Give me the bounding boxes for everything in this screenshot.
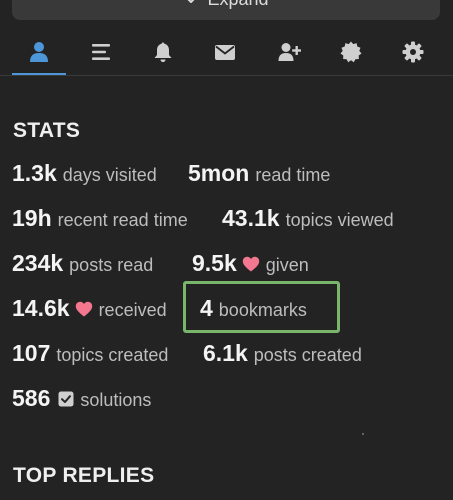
stat-label: received <box>98 300 167 320</box>
stat-label: recent read time <box>57 210 188 230</box>
nav-divider <box>0 75 453 76</box>
stats-title: STATS <box>13 119 81 142</box>
stat-value: 6.1k <box>203 340 248 366</box>
stat-label: solutions <box>80 390 152 410</box>
stray-dot <box>362 433 364 435</box>
stat-value: 1.3k <box>12 160 57 186</box>
expand-button[interactable]: Expand <box>12 0 440 20</box>
user-plus-icon <box>278 43 301 61</box>
stat-topics-viewed: 43.1k topics viewed <box>222 205 394 232</box>
stat-label: read time <box>255 165 331 185</box>
envelope-icon <box>215 45 235 60</box>
user-icon <box>30 42 48 62</box>
tab-messages[interactable] <box>198 36 252 76</box>
stat-label: posts created <box>253 345 362 365</box>
tab-invites[interactable] <box>262 36 316 76</box>
stat-label: given <box>265 255 309 275</box>
stat-value: 43.1k <box>222 205 280 231</box>
stat-label: posts read <box>69 255 154 275</box>
heart-icon <box>242 256 260 272</box>
stat-value: 14.6k <box>12 295 70 321</box>
stat-label: topics created <box>56 345 169 365</box>
top-replies-title: TOP REPLIES <box>13 464 155 487</box>
tab-notifications[interactable] <box>136 36 190 76</box>
stat-value: 5mon <box>188 160 250 186</box>
stat-value: 9.5k <box>192 250 237 276</box>
tab-badges[interactable] <box>324 36 378 76</box>
stat-likes-received: 14.6k received <box>12 295 167 322</box>
stat-likes-given: 9.5k given <box>192 250 309 277</box>
stat-solutions: 586 solutions <box>12 385 151 412</box>
tab-preferences[interactable] <box>386 36 440 76</box>
chevron-down-icon <box>183 0 199 7</box>
stat-days-visited: 1.3k days visited <box>12 160 157 187</box>
heart-icon <box>75 301 93 317</box>
check-square-icon <box>58 391 74 407</box>
tab-activity[interactable] <box>74 36 128 76</box>
expand-label: Expand <box>207 0 268 10</box>
stat-posts-read: 234k posts read <box>12 250 153 277</box>
stat-recent-read-time: 19h recent read time <box>12 205 188 232</box>
stat-value: 234k <box>12 250 64 276</box>
gear-icon <box>402 41 424 63</box>
stat-read-time: 5mon read time <box>188 160 330 187</box>
stat-topics-created: 107 topics created <box>12 340 168 367</box>
stat-value: 19h <box>12 205 52 231</box>
stat-posts-created: 6.1k posts created <box>203 340 362 367</box>
stat-value: 107 <box>12 340 51 366</box>
stat-label: topics viewed <box>285 210 394 230</box>
bookmarks-highlight <box>183 281 340 333</box>
stat-value: 586 <box>12 385 51 411</box>
bell-icon <box>154 42 172 62</box>
certificate-icon <box>340 41 362 63</box>
list-icon <box>92 44 110 60</box>
user-nav-tabs <box>0 36 453 76</box>
stat-label: days visited <box>62 165 157 185</box>
tab-summary[interactable] <box>12 36 66 76</box>
